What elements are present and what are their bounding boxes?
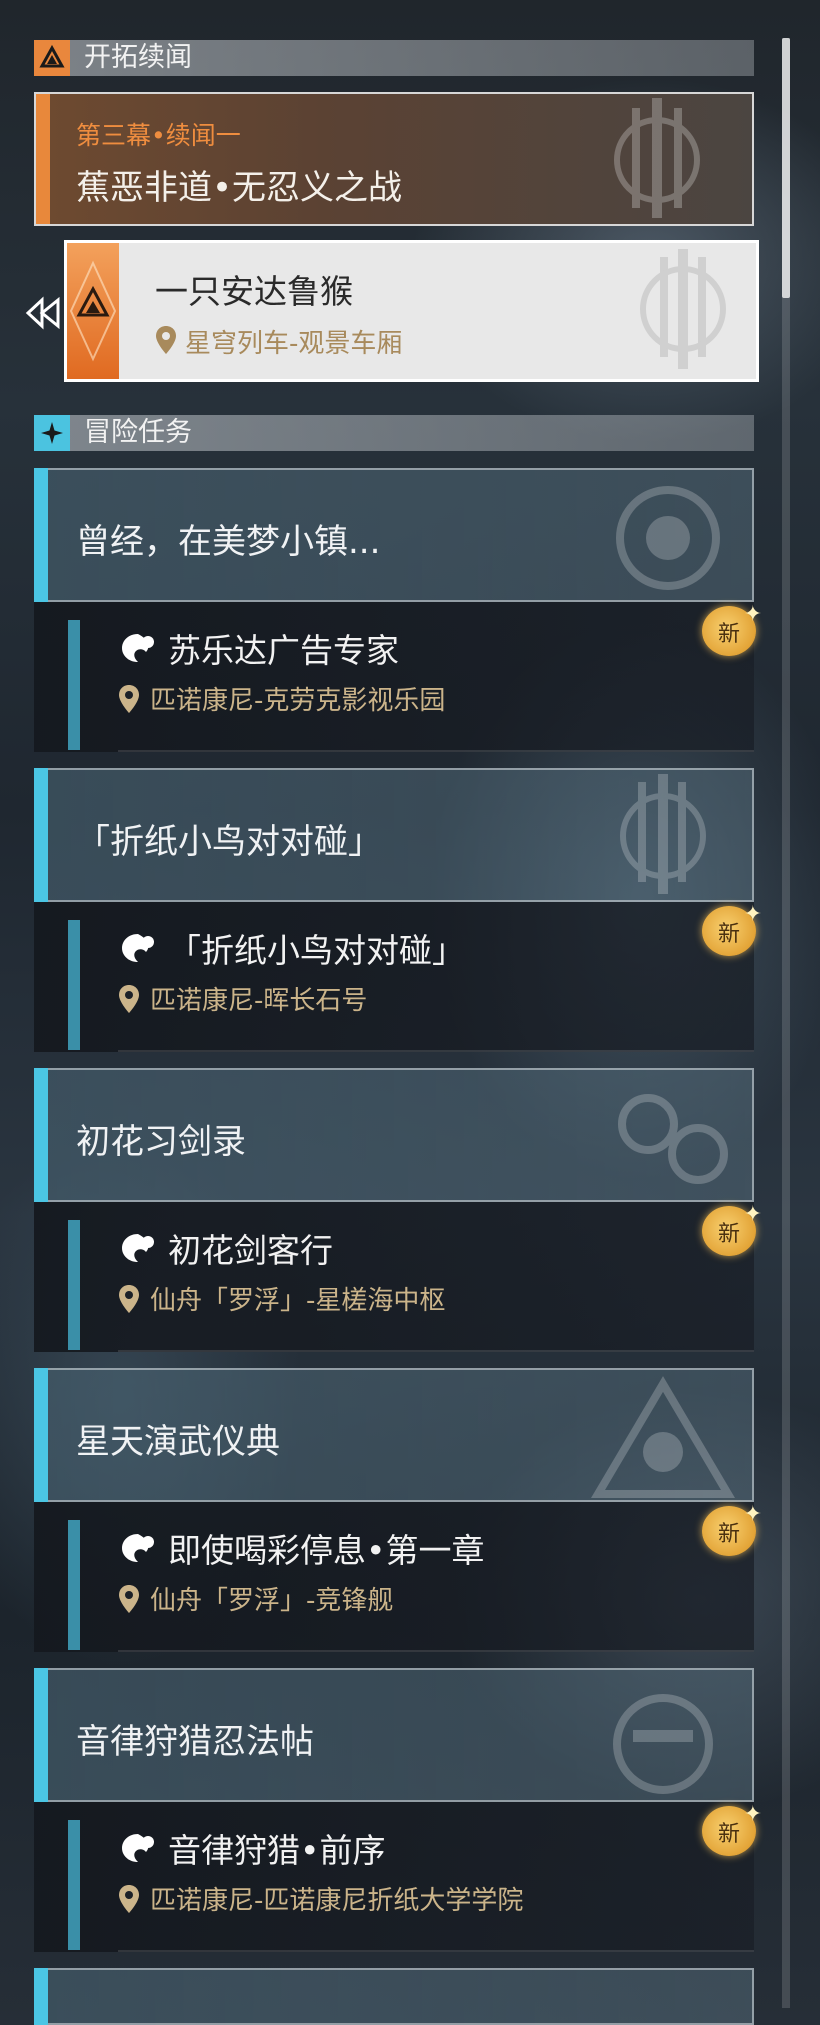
quest-accent-bar [34,1368,48,1502]
mission-title: 音律狩猎•前序 [168,1831,386,1870]
divider [118,750,754,752]
selection-arrow-icon [25,296,60,330]
quest-emblem-icon [616,486,720,590]
mission-accent-bar [68,920,80,1050]
adventure-mission-icon [122,1834,154,1862]
quest-mission-item[interactable]: 即使喝彩停息•第一章 仙舟「罗浮」-竞锋舰 新 ✦ [34,1502,762,1652]
chapter-title: 蕉恶非道•无忍义之战 [76,168,403,208]
adventure-icon [34,415,70,451]
quest-emblem-icon [613,1694,713,1794]
scrollbar-thumb[interactable] [782,38,790,298]
new-badge: 新 ✦ [702,1202,764,1262]
trailblaze-chapter-card[interactable]: 第三幕•续闻一 蕉恶非道•无忍义之战 [34,92,754,226]
mission-location: 仙舟「罗浮」-竞锋舰 [150,1586,394,1616]
quest-accent-bar [34,1668,48,1802]
quest-header[interactable]: 初花习剑录 [34,1068,754,1202]
mission-title: 「折纸小鸟对对碰」 [168,931,465,970]
mission-title: 苏乐达广告专家 [168,631,399,670]
quest-title: 音律狩猎忍法帖 [76,1722,314,1762]
quest-emblem-icon [618,1094,728,1184]
quest-title: 初花习剑录 [76,1122,246,1162]
adventure-mission-icon [122,1234,154,1262]
divider [118,1350,754,1352]
quest-accent-bar [34,1968,48,2025]
adventure-mission-icon [122,1534,154,1562]
mission-title: 初花剑客行 [168,1231,333,1270]
trailblaze-mission-item[interactable]: 一只安达鲁猴 星穹列车-观景车厢 [64,240,759,382]
mission-location: 匹诺康尼-匹诺康尼折纸大学学院 [150,1886,524,1916]
quest-header[interactable]: 曾经，在美梦小镇... [34,468,754,602]
quest-header[interactable]: 「折纸小鸟对对碰」 [34,768,754,902]
chapter-emblem-icon [614,98,700,218]
mission-location: 匹诺康尼-晖长石号 [150,986,368,1016]
mission-accent-bar [68,1820,80,1950]
location-pin-icon [156,326,176,354]
quest-accent-bar [34,768,48,902]
quest-title: 曾经，在美梦小镇... [76,522,381,562]
mission-title: 即使喝彩停息•第一章 [168,1531,485,1570]
quest-header[interactable]: 星天演武仪典 [34,1368,754,1502]
new-badge: 新 ✦ [702,602,764,662]
quest-emblem-icon [590,1376,736,1498]
location-pin-icon [119,685,139,713]
quest-title: 星天演武仪典 [76,1422,280,1462]
mission-location: 星穹列车-观景车厢 [185,329,403,359]
mission-location: 匹诺康尼-克劳克影视乐园 [150,686,446,716]
adventure-mission-icon [122,634,154,662]
divider [118,1950,754,1952]
new-badge: 新 ✦ [702,902,764,962]
quest-emblem-icon [620,774,706,894]
adventure-mission-icon [122,934,154,962]
quest-accent-bar [34,1068,48,1202]
quest-header-partial[interactable] [34,1968,754,2025]
mission-emblem-icon [640,249,726,369]
scrollbar-track[interactable] [782,38,790,2008]
quest-mission-item[interactable]: 「折纸小鸟对对碰」 匹诺康尼-晖长石号 新 ✦ [34,902,762,1052]
adventure-section-header: 冒险任务 [34,415,754,451]
location-pin-icon [119,1285,139,1313]
new-badge: 新 ✦ [702,1802,764,1862]
divider [118,1050,754,1052]
quest-mission-item[interactable]: 音律狩猎•前序 匹诺康尼-匹诺康尼折纸大学学院 新 ✦ [34,1802,762,1952]
quest-header[interactable]: 音律狩猎忍法帖 [34,1668,754,1802]
quest-accent-bar [34,468,48,602]
chapter-subtitle: 第三幕•续闻一 [76,121,241,150]
new-badge: 新 ✦ [702,1502,764,1562]
divider [118,1650,754,1652]
quest-title: 「折纸小鸟对对碰」 [76,822,382,862]
mission-type-icon [67,243,119,379]
chapter-accent-bar [36,94,50,224]
mission-accent-bar [68,620,80,750]
mission-accent-bar [68,1220,80,1350]
mission-accent-bar [68,1520,80,1650]
mission-location: 仙舟「罗浮」-星槎海中枢 [150,1286,446,1316]
adventure-section-title: 冒险任务 [84,417,192,448]
quest-mission-item[interactable]: 苏乐达广告专家 匹诺康尼-克劳克影视乐园 新 ✦ [34,602,762,752]
trailblaze-section-title: 开拓续闻 [84,42,192,73]
trailblaze-icon [34,40,70,76]
mission-title: 一只安达鲁猴 [155,272,353,311]
location-pin-icon [119,985,139,1013]
location-pin-icon [119,1885,139,1913]
trailblaze-section-header: 开拓续闻 [34,40,754,76]
location-pin-icon [119,1585,139,1613]
quest-mission-item[interactable]: 初花剑客行 仙舟「罗浮」-星槎海中枢 新 ✦ [34,1202,762,1352]
